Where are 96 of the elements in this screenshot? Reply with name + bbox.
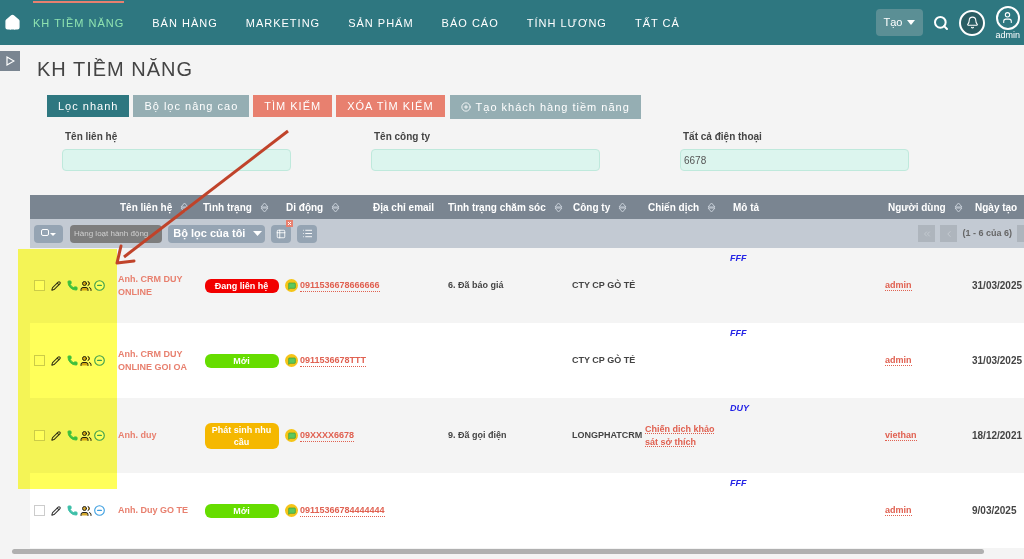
- column-header[interactable]: Chiến dịch: [648, 199, 700, 215]
- caret-icon: [907, 20, 916, 25]
- nav-tab[interactable]: BÁO CÁO: [441, 1, 499, 44]
- column-header[interactable]: Di động: [286, 199, 324, 215]
- column-header[interactable]: Tình trạng: [203, 199, 252, 215]
- play-icon: [5, 56, 15, 66]
- company-text: CTY CP GÒ TÉ: [572, 279, 636, 290]
- sms-icon[interactable]: [285, 429, 298, 442]
- filter-label: Tất cả điện thoại: [682, 130, 763, 144]
- sort-icon[interactable]: [707, 201, 717, 213]
- contact-name-link[interactable]: Anh. duy: [118, 429, 196, 442]
- nav-tab[interactable]: TÍNH LƯƠNG: [526, 1, 607, 44]
- company-text: LONGPHATCRM: [572, 429, 643, 440]
- sort-icon[interactable]: [180, 201, 190, 213]
- description-text: FFF: [730, 478, 747, 488]
- campaign-link[interactable]: Chiến dịch khảo sát sở thích: [645, 422, 722, 449]
- contact-name-link[interactable]: Anh. CRM DUY ONLINE: [118, 272, 196, 299]
- user-link[interactable]: admin: [885, 279, 912, 291]
- status-badge: Mới: [204, 353, 279, 368]
- horizontal-scrollbar[interactable]: [12, 549, 984, 554]
- search-icon[interactable]: [933, 14, 950, 31]
- sms-icon[interactable]: [285, 354, 298, 367]
- filter-label: Tên công ty: [373, 130, 432, 144]
- mobile-link[interactable]: 09XXXX6678: [300, 429, 355, 442]
- people-icon[interactable]: [80, 504, 92, 517]
- sort-icon[interactable]: [331, 201, 341, 213]
- description-text: FFF: [730, 328, 747, 338]
- user-link[interactable]: admin: [885, 504, 912, 516]
- filter-tab[interactable]: TÌM KIẾM: [253, 95, 333, 117]
- user-link[interactable]: admin: [885, 354, 912, 366]
- contact-name-link[interactable]: Anh. CRM DUY ONLINE GOI OA: [118, 347, 196, 374]
- created-date: 31/03/2025: [972, 354, 1023, 366]
- clear-badge-icon[interactable]: [286, 219, 294, 227]
- sort-icon[interactable]: [553, 201, 563, 213]
- filter-field[interactable]: [62, 149, 291, 171]
- status-badge: Mới: [204, 503, 279, 518]
- created-date: 9/03/2025: [972, 504, 1017, 516]
- create-dropdown-button[interactable]: Tạo: [875, 9, 924, 36]
- nav-tab[interactable]: TẤT CẢ: [634, 1, 680, 44]
- column-header[interactable]: Ngày tạo: [975, 199, 1018, 215]
- description-text: FFF: [730, 253, 747, 263]
- filter-tab[interactable]: Bộ lọc nâng cao: [133, 95, 250, 117]
- nav-tab[interactable]: MARKETING: [245, 1, 321, 44]
- filter-tab[interactable]: Lọc nhanh: [47, 95, 130, 117]
- filter-label: Tên liên hệ: [64, 130, 119, 144]
- filter-field[interactable]: 6678: [680, 149, 909, 171]
- nav-tab[interactable]: KH TIỀM NĂNG: [33, 1, 125, 44]
- page-title: KH TIỀM NĂNG: [37, 57, 195, 81]
- created-date: 18/12/2021: [972, 429, 1023, 441]
- nav-tab[interactable]: SẢN PHẨM: [348, 1, 414, 44]
- filter-field[interactable]: [371, 149, 600, 171]
- select-all-dropdown[interactable]: [34, 224, 63, 243]
- user-icon: [1001, 11, 1015, 24]
- description-text: DUY: [730, 403, 749, 413]
- sort-icon[interactable]: [953, 201, 963, 213]
- status-badge: Phát sinh nhu cầu: [204, 422, 279, 449]
- column-header[interactable]: Mô tả: [733, 199, 760, 215]
- edit-icon[interactable]: [51, 505, 61, 516]
- home-icon[interactable]: [4, 14, 21, 31]
- sms-icon[interactable]: [285, 279, 298, 292]
- list-view-button[interactable]: [297, 224, 318, 243]
- row-checkbox[interactable]: [34, 505, 45, 516]
- bell-icon: [966, 16, 979, 29]
- table-icon: [276, 228, 287, 239]
- my-filter-select[interactable]: Bộ lọc của tôi: [168, 224, 266, 243]
- pager-text: (1 - 6 của 6): [962, 226, 1012, 240]
- sidebar-toggle-button[interactable]: [0, 51, 20, 71]
- contact-name-link[interactable]: Anh. Duy GO TE: [118, 504, 196, 517]
- created-date: 31/03/2025: [972, 279, 1023, 291]
- company-text: CTY CP GÒ TÉ: [572, 354, 636, 365]
- sort-icon[interactable]: [259, 201, 269, 213]
- column-header[interactable]: Người dùng: [888, 199, 946, 215]
- filter-tab[interactable]: Tạo khách hàng tiềm năng: [449, 95, 641, 119]
- checkbox-caret-icon: [41, 229, 56, 238]
- nav-tab[interactable]: BÁN HÀNG: [152, 1, 218, 44]
- column-header[interactable]: Công ty: [573, 199, 611, 215]
- sort-icon[interactable]: [618, 201, 628, 213]
- sms-icon[interactable]: [285, 504, 298, 517]
- mobile-link[interactable]: 0911536678666666: [300, 279, 380, 292]
- user-name[interactable]: admin: [995, 29, 1020, 40]
- care-status-text: 6. Đã báo giá: [448, 279, 504, 290]
- column-header[interactable]: Địa chỉ email: [373, 199, 435, 215]
- user-link[interactable]: viethan: [885, 429, 917, 441]
- mobile-link[interactable]: 09115366784444444: [300, 504, 385, 517]
- care-status-text: 9. Đã gọi điện: [448, 429, 507, 440]
- filter-tab[interactable]: XÓA TÌM KIẾM: [336, 95, 445, 117]
- user-avatar[interactable]: [995, 5, 1020, 30]
- add-icon: [460, 102, 471, 112]
- status-badge: Đang liên hệ: [204, 278, 279, 293]
- column-header[interactable]: Tên liên hệ: [120, 199, 173, 215]
- mobile-link[interactable]: 0911536678TTT: [300, 354, 367, 367]
- notification-button[interactable]: [959, 9, 986, 36]
- caret-icon: [253, 231, 263, 236]
- column-header[interactable]: Tình trạng chăm sóc: [448, 199, 546, 215]
- list-icon: [301, 228, 313, 239]
- column-chooser-button[interactable]: [271, 224, 292, 243]
